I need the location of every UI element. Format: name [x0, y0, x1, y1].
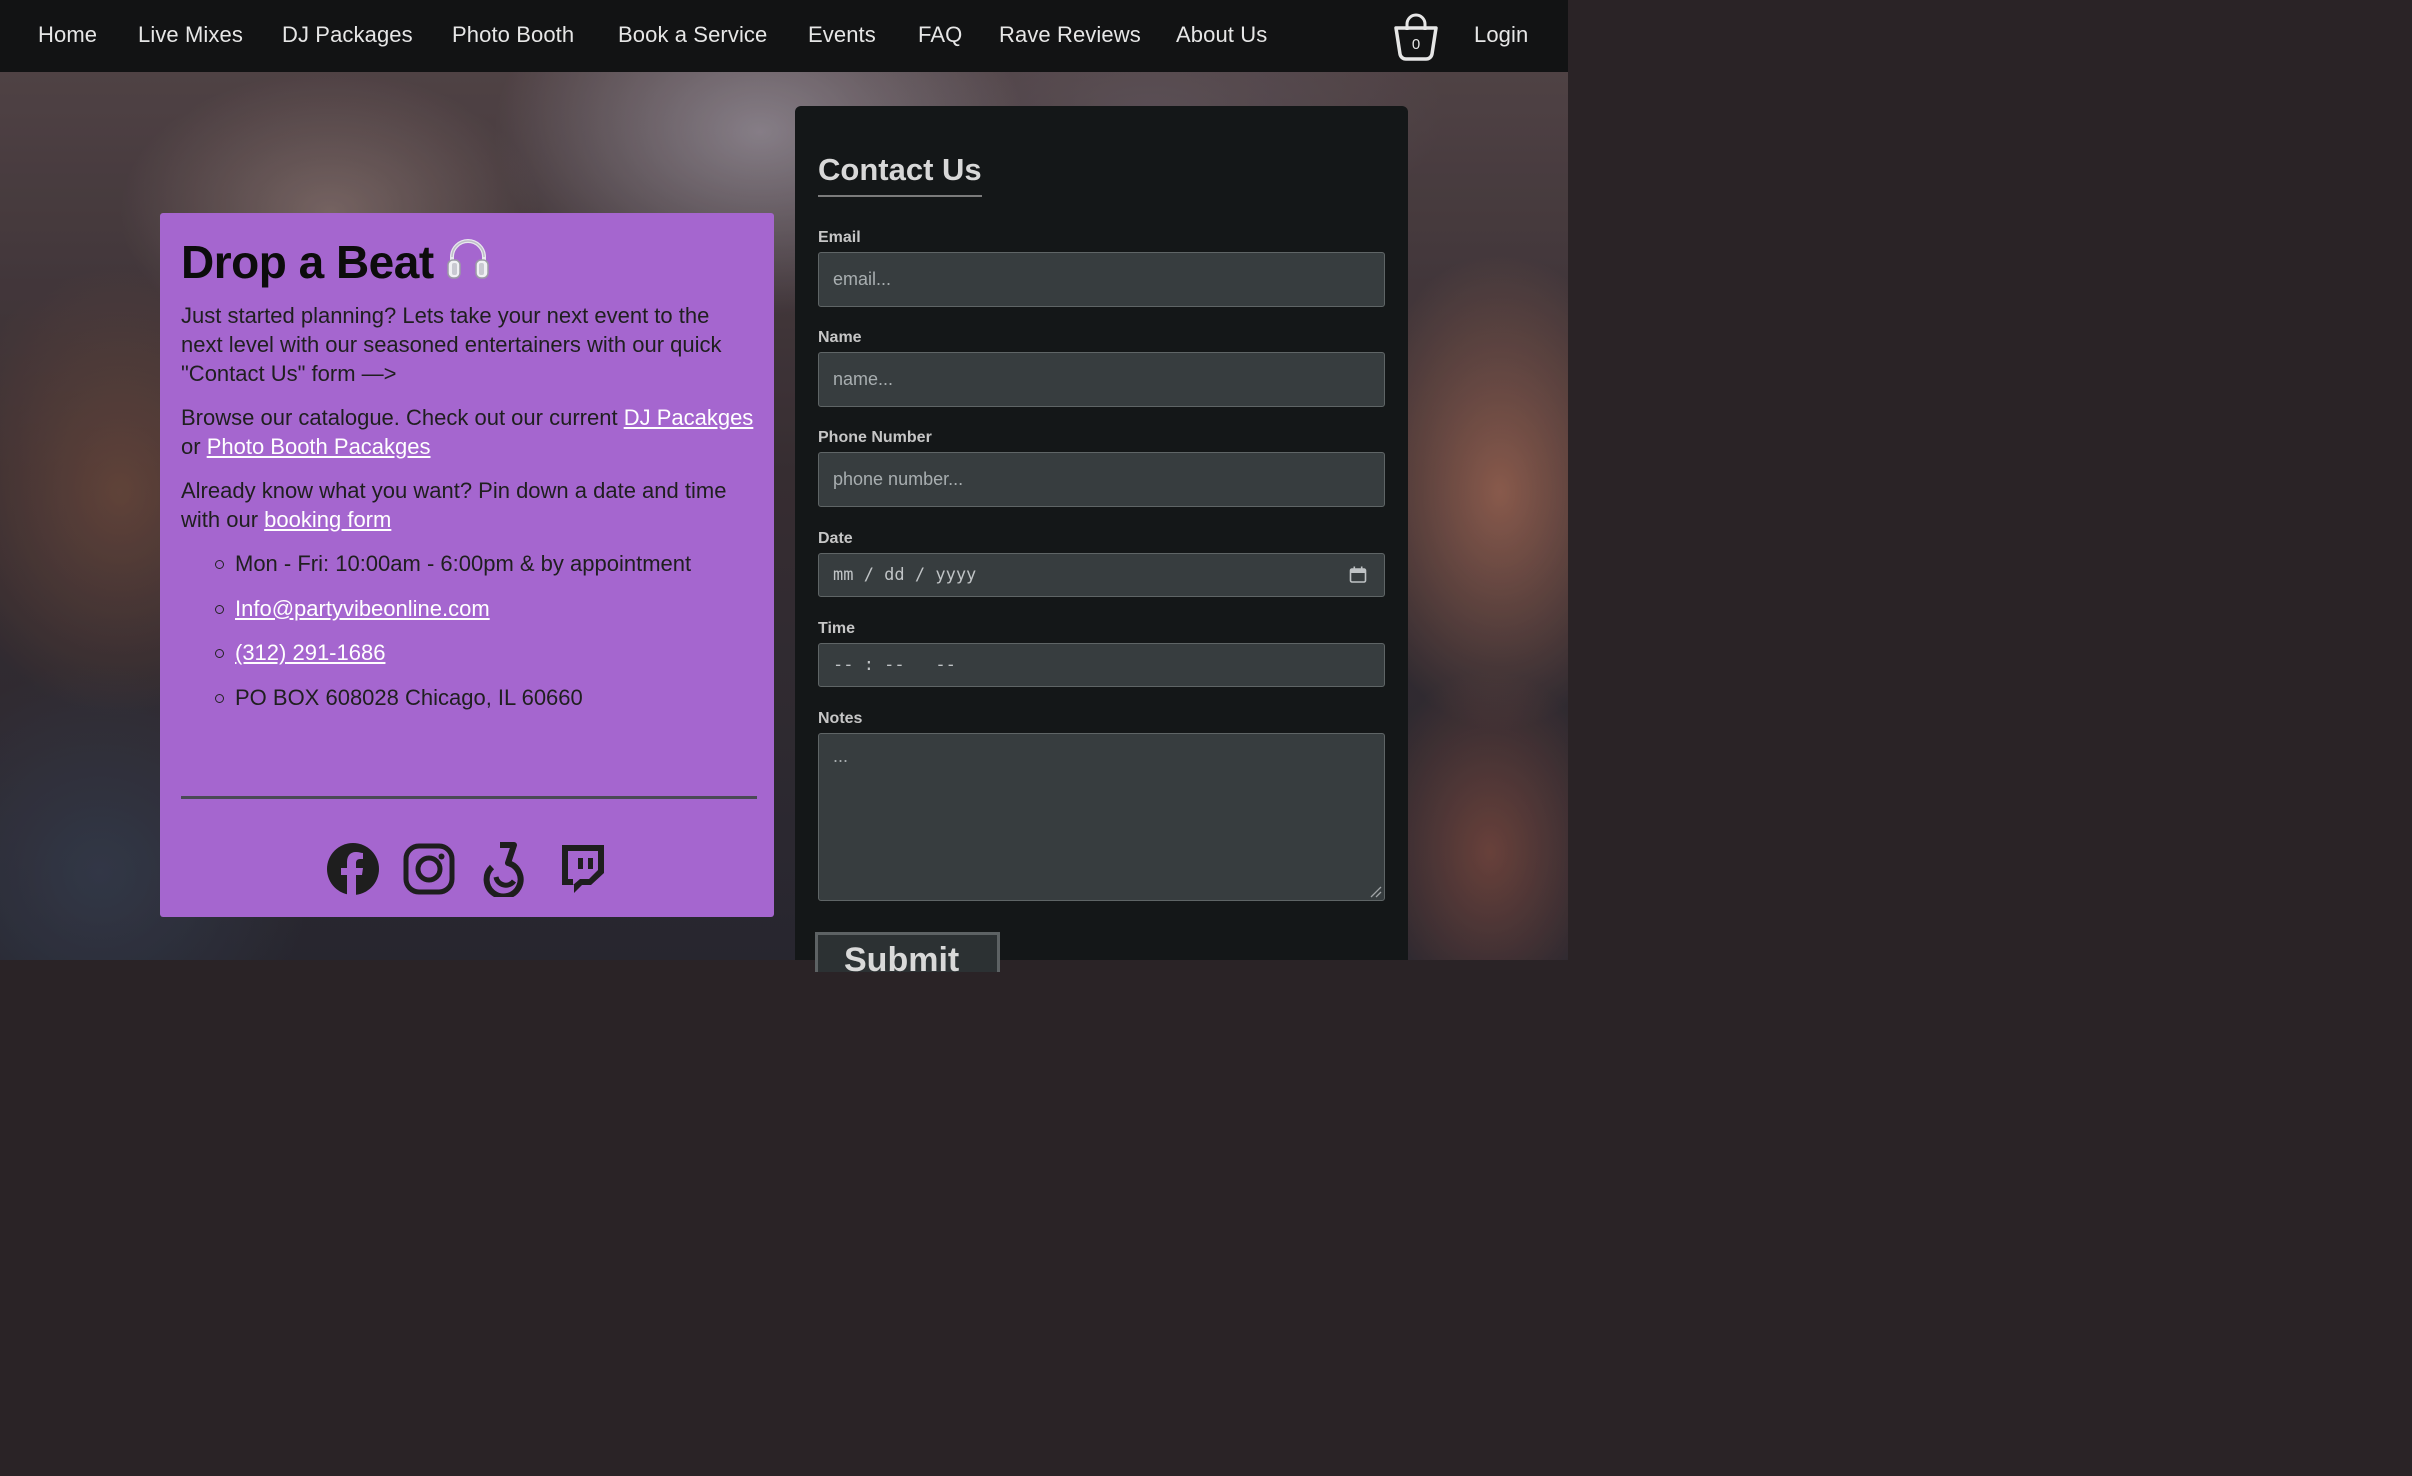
date-label: Date: [818, 530, 853, 547]
resize-handle-icon[interactable]: [1368, 884, 1382, 898]
contact-form-panel: Contact Us Email email... Name name... P…: [795, 106, 1408, 972]
email-label: Email: [818, 229, 861, 246]
top-navigation: Home Live Mixes DJ Packages Photo Booth …: [0, 0, 1568, 72]
time-placeholder: -- : -- --: [833, 655, 956, 675]
nav-events[interactable]: Events: [808, 22, 876, 48]
submit-button[interactable]: Submit: [815, 932, 1000, 972]
date-field[interactable]: mm / dd / yyyy: [818, 553, 1385, 597]
bullet-icon: [215, 560, 224, 569]
list-item: PO BOX 608028 Chicago, IL 60660: [215, 684, 754, 729]
card-divider: [181, 796, 757, 799]
calendar-icon[interactable]: [1349, 566, 1367, 584]
bullet-icon: [215, 649, 224, 658]
email-link[interactable]: Info@partyvibeonline.com: [235, 595, 490, 623]
facebook-icon[interactable]: [326, 841, 380, 897]
phone-field[interactable]: phone number...: [818, 452, 1385, 507]
browse-text: Browse our catalogue. Check out our curr…: [181, 403, 754, 461]
name-label: Name: [818, 329, 862, 346]
mailing-address: PO BOX 608028 Chicago, IL 60660: [235, 684, 583, 710]
cart-count-badge: 0: [1411, 36, 1421, 53]
name-field[interactable]: name...: [818, 352, 1385, 407]
card-title: Drop a Beat: [181, 235, 754, 288]
notes-textarea[interactable]: ...: [818, 733, 1385, 901]
nav-book-a-service[interactable]: Book a Service: [618, 22, 767, 48]
phone-label: Phone Number: [818, 429, 932, 446]
email-placeholder: email...: [833, 269, 892, 289]
headphones-icon: [446, 235, 490, 288]
nav-dj-packages[interactable]: DJ Packages: [282, 22, 413, 48]
nav-about-us[interactable]: About Us: [1176, 22, 1267, 48]
name-placeholder: name...: [833, 369, 894, 389]
business-hours: Mon - Fri: 10:00am - 6:00pm & by appoint…: [235, 551, 692, 576]
nav-live-mixes[interactable]: Live Mixes: [138, 22, 243, 48]
nav-photo-booth[interactable]: Photo Booth: [452, 22, 574, 48]
bandlab-icon[interactable]: [478, 841, 532, 900]
contact-details-list: Mon - Fri: 10:00am - 6:00pm & by appoint…: [215, 550, 754, 728]
notes-placeholder: ...: [833, 746, 849, 766]
browse-or: or: [181, 434, 207, 459]
social-links: [326, 841, 608, 900]
intro-text: Just started planning? Lets take your ne…: [181, 303, 722, 386]
browse-prefix: Browse our catalogue. Check out our curr…: [181, 405, 624, 430]
date-placeholder: mm / dd / yyyy: [833, 565, 977, 585]
nav-home[interactable]: Home: [38, 22, 97, 48]
nav-rave-reviews[interactable]: Rave Reviews: [999, 22, 1141, 48]
drop-a-beat-card: Drop a Beat Just started planning? Lets …: [160, 213, 774, 917]
cart-button[interactable]: 0: [1392, 8, 1440, 64]
nav-faq[interactable]: FAQ: [918, 22, 962, 48]
email-field[interactable]: email...: [818, 252, 1385, 307]
phone-placeholder: phone number...: [833, 469, 964, 489]
login-link[interactable]: Login: [1474, 22, 1528, 48]
instagram-icon[interactable]: [402, 841, 456, 897]
booking-prefix: Already know what you want? Pin down a d…: [181, 478, 727, 532]
list-item: (312) 291-1686: [215, 639, 754, 684]
notes-label: Notes: [818, 710, 863, 727]
booking-text: Already know what you want? Pin down a d…: [181, 476, 754, 534]
card-title-text: Drop a Beat: [181, 235, 434, 288]
bullet-icon: [215, 693, 224, 703]
photo-booth-packages-link[interactable]: Photo Booth Pacakges: [207, 434, 431, 459]
booking-form-link[interactable]: booking form: [264, 507, 391, 532]
bullet-icon: [215, 604, 224, 614]
phone-link[interactable]: (312) 291-1686: [235, 639, 385, 667]
list-item: Mon - Fri: 10:00am - 6:00pm & by appoint…: [215, 550, 754, 595]
time-label: Time: [818, 620, 856, 637]
form-title: Contact Us: [818, 152, 982, 197]
list-item: Info@partyvibeonline.com: [215, 595, 754, 640]
twitch-icon[interactable]: [554, 841, 608, 897]
dj-packages-link[interactable]: DJ Pacakges: [624, 405, 754, 430]
time-field[interactable]: -- : -- --: [818, 643, 1385, 687]
